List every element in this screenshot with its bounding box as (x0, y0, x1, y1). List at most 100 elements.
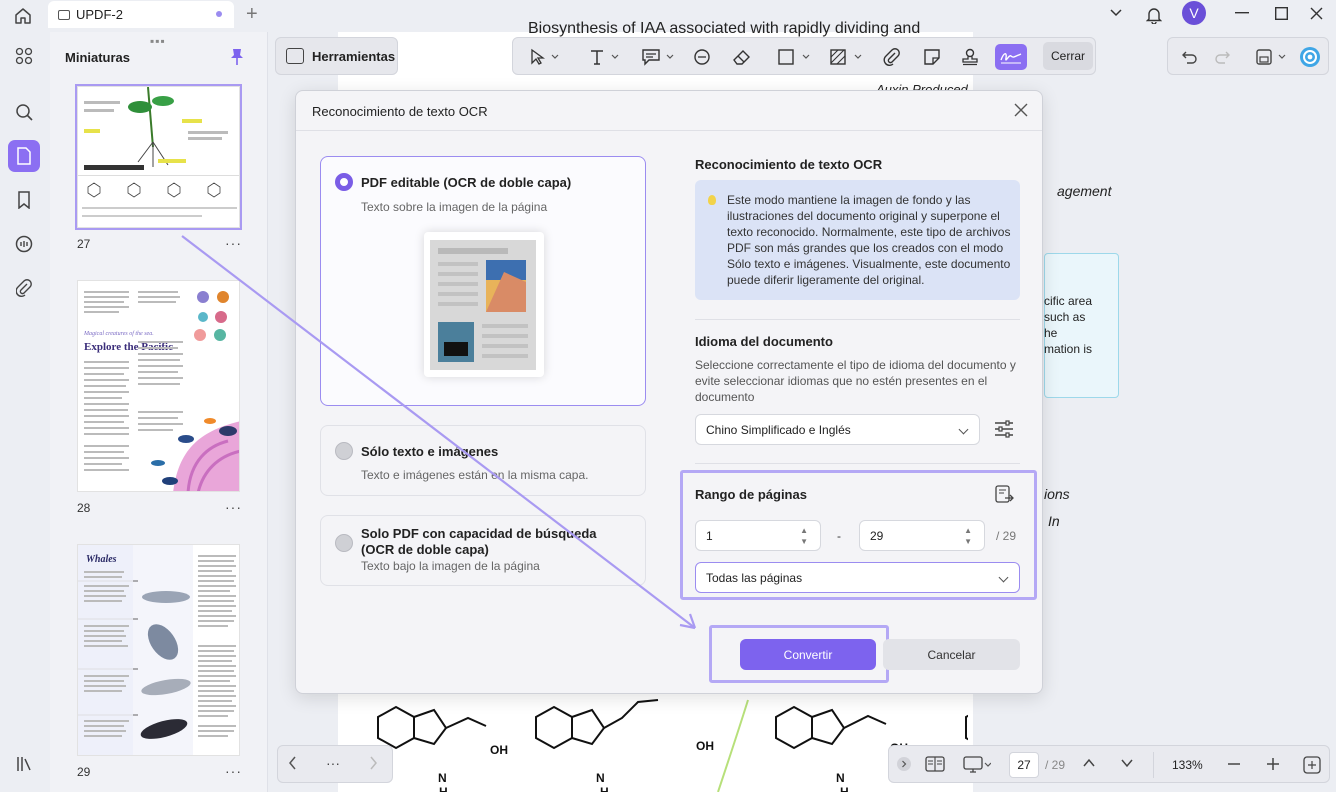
select-tool-icon[interactable] (523, 44, 565, 70)
range-separator: - (837, 529, 841, 543)
apps-grid-icon[interactable] (8, 40, 40, 72)
close-window-icon[interactable] (1306, 0, 1326, 26)
redo-icon[interactable] (1212, 44, 1234, 70)
spin-down-icon[interactable]: ▼ (964, 537, 972, 546)
option-text-images-title: Sólo texto e imágenes (361, 444, 499, 459)
chem-label-1: OH (490, 743, 508, 757)
tools-button[interactable]: Herramientas (275, 37, 398, 75)
collapse-bar-icon[interactable] (897, 757, 911, 771)
doc-snippet-2: agement (1057, 183, 1112, 199)
sidebar-toggle-icon[interactable] (8, 748, 40, 780)
ocr-heading: Reconocimiento de texto OCR (695, 157, 883, 172)
convert-button[interactable]: Convertir (740, 639, 876, 670)
stamp-icon[interactable] (957, 44, 983, 70)
page-27-more-button[interactable]: ··· (225, 235, 242, 251)
new-tab-button[interactable]: + (246, 3, 258, 26)
document-tab[interactable]: UPDF-2 (48, 1, 234, 28)
thumbnail-page-28[interactable]: Magical creatures of the sea. Explore th… (77, 280, 240, 492)
text-tool-icon[interactable] (583, 44, 625, 70)
page-layout-icon[interactable] (925, 756, 945, 775)
chem-label-2: OH (696, 739, 714, 753)
range-to-input[interactable]: 29 ▲ ▼ (859, 520, 985, 551)
range-from-input[interactable]: 1 ▲ ▼ (695, 520, 821, 551)
chem-n-label-2: N (596, 771, 605, 785)
bell-icon[interactable] (1144, 2, 1164, 28)
option-text-images[interactable]: Sólo texto e imágenes Texto e imágenes e… (320, 425, 646, 496)
home-icon[interactable] (10, 4, 36, 28)
nav-more-button[interactable]: ··· (326, 755, 340, 771)
option-searchable-pdf[interactable]: Solo PDF con capacidad de búsqueda (OCR … (320, 515, 646, 586)
chevron-down-icon[interactable] (1106, 0, 1126, 26)
close-toolbar-button[interactable]: Cerrar (1043, 42, 1093, 70)
page-down-icon[interactable] (1120, 756, 1134, 773)
comment-tool-icon[interactable] (637, 44, 679, 70)
save-icon[interactable] (1252, 44, 1290, 70)
option-editable-pdf[interactable]: PDF editable (OCR de doble capa) Texto s… (320, 156, 646, 406)
spin-up-icon[interactable]: ▲ (964, 526, 972, 535)
radio-searchable-pdf[interactable] (335, 534, 353, 552)
paperclip-icon[interactable] (879, 44, 905, 70)
prev-page-icon[interactable] (288, 756, 298, 775)
zoom-out-icon[interactable] (1227, 757, 1241, 774)
left-rail (0, 32, 50, 792)
thumbnails-panel: ▪▪▪ Miniaturas 27 ··· Magical creatures … (50, 32, 268, 792)
language-select-value: Chino Simplificado e Inglés (706, 422, 851, 437)
callout-tool-icon[interactable] (689, 44, 715, 70)
undo-icon[interactable] (1178, 44, 1200, 70)
current-page-input[interactable]: 27 (1009, 752, 1039, 778)
attachment-icon[interactable] (8, 272, 40, 304)
comment-icon[interactable] (8, 228, 40, 260)
spin-up-icon[interactable]: ▲ (800, 526, 808, 535)
ai-assistant-icon[interactable] (1298, 44, 1322, 70)
area-fill-tool-icon[interactable] (825, 44, 867, 70)
signature-tool-icon[interactable] (995, 44, 1027, 70)
page-29-more-button[interactable]: ··· (225, 763, 242, 779)
zoom-divider (1153, 752, 1154, 778)
minimize-icon[interactable] (1232, 0, 1252, 26)
language-heading: Idioma del documento (695, 334, 833, 349)
maximize-icon[interactable] (1271, 0, 1291, 26)
bookmark-icon[interactable] (8, 184, 40, 216)
page-28-more-button[interactable]: ··· (225, 499, 242, 515)
option-text-images-subtitle: Texto e imágenes están en la misma capa. (361, 468, 589, 482)
page-subset-select[interactable]: Todas las páginas (695, 562, 1020, 593)
page-number-27: 27 (77, 237, 91, 251)
radio-text-images[interactable] (335, 442, 353, 460)
panel-grip-icon[interactable]: ▪▪▪ (150, 34, 166, 48)
cancel-button[interactable]: Cancelar (883, 639, 1020, 670)
presentation-icon[interactable] (963, 756, 992, 777)
avatar-letter: V (1182, 1, 1206, 25)
tools-label: Herramientas (312, 48, 396, 64)
thumb-29-heading: Whales (86, 554, 117, 565)
eraser-icon[interactable] (729, 44, 755, 70)
dialog-divider (296, 130, 1042, 131)
sticker-icon[interactable] (919, 44, 945, 70)
language-select[interactable]: Chino Simplificado e Inglés (695, 414, 980, 445)
pin-icon[interactable] (230, 48, 244, 71)
spin-down-icon[interactable]: ▼ (800, 537, 808, 546)
shape-tool-icon[interactable] (773, 44, 815, 70)
user-avatar[interactable]: V (1181, 0, 1207, 26)
page-up-icon[interactable] (1082, 756, 1096, 773)
radio-editable-pdf[interactable] (335, 173, 353, 191)
zoom-in-icon[interactable] (1266, 757, 1280, 774)
thumbnail-page-27[interactable] (75, 84, 242, 230)
thumbnails-icon[interactable] (8, 140, 40, 172)
chem-h-label-3: H (840, 785, 849, 792)
language-settings-icon[interactable] (994, 419, 1014, 444)
page-subset-value: Todas las páginas (706, 570, 803, 585)
doc-snippet-5: he (1044, 326, 1058, 340)
page-range-icon[interactable] (995, 484, 1015, 509)
next-page-icon[interactable] (368, 756, 378, 775)
total-pages-label: / 29 (1045, 758, 1066, 772)
toolbox-icon (286, 48, 304, 64)
zoom-level[interactable]: 133% (1172, 758, 1203, 772)
search-icon[interactable] (8, 96, 40, 128)
doc-snippet-8: In (1048, 513, 1060, 529)
thumbnail-page-29[interactable]: Whales (77, 544, 240, 756)
fit-page-icon[interactable] (1303, 756, 1321, 777)
close-dialog-icon[interactable] (1014, 101, 1028, 122)
chem-n-label-3: N (836, 771, 845, 785)
ocr-dialog: Reconocimiento de texto OCR PDF editable… (295, 90, 1043, 694)
zoom-bar: 27 / 29 133% (888, 745, 1330, 783)
